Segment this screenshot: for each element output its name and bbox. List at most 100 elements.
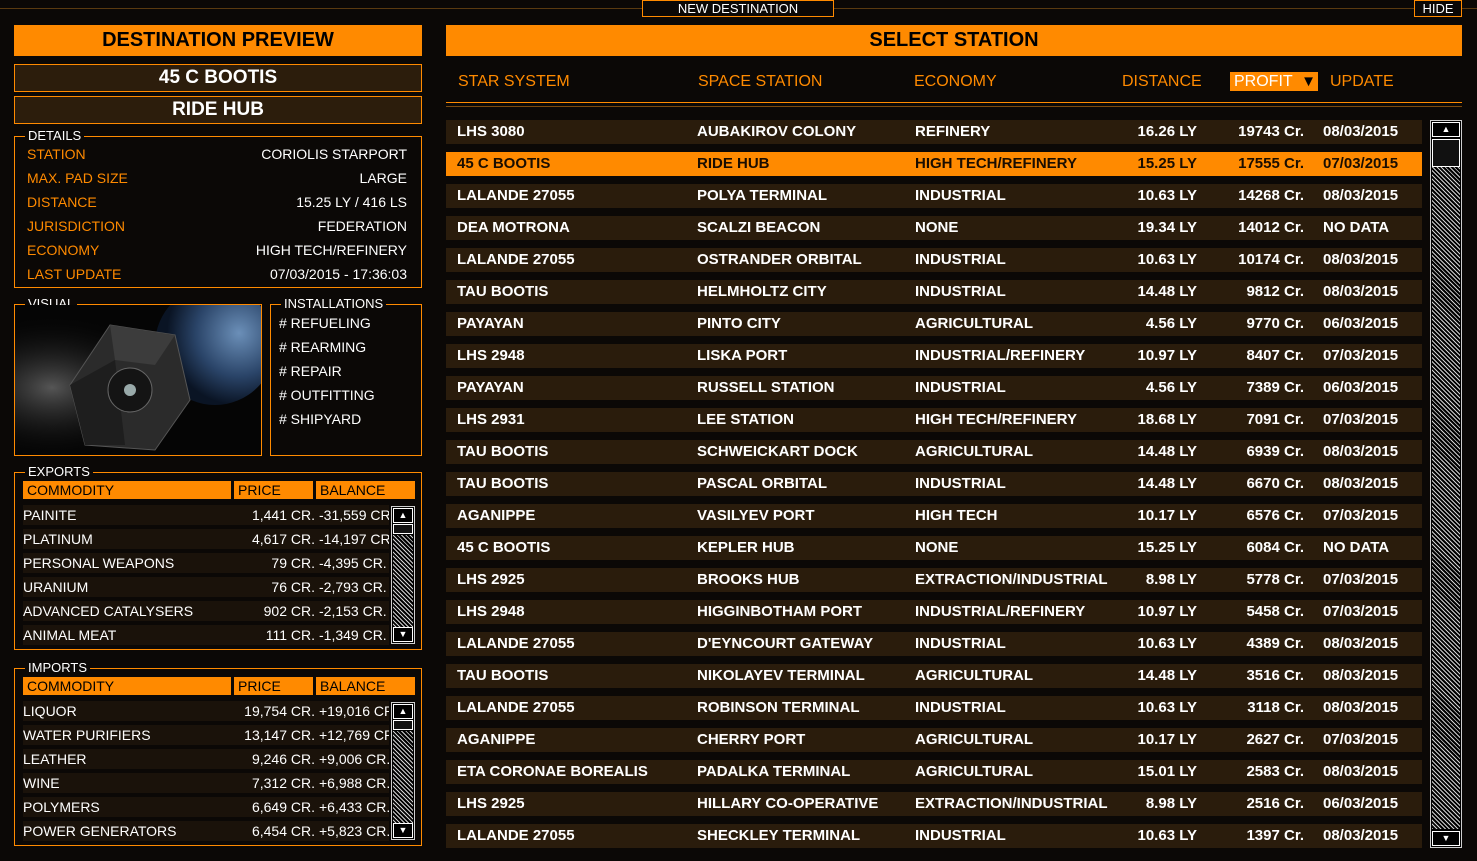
detail-row: DISTANCE 15.25 LY / 416 LS [27,191,407,213]
exports-col-commodity[interactable]: COMMODITY [23,481,231,499]
station-row-update: 06/03/2015 [1323,795,1399,812]
details-legend: DETAILS [25,128,85,144]
station-row-update: 08/03/2015 [1323,667,1399,684]
exports-col-balance[interactable]: BALANCE [316,481,415,499]
exports-scroll-up-icon[interactable]: ▲ [393,508,413,523]
details-panel: DETAILS STATION CORIOLIS STARPORT MAX. PAD… [14,128,422,288]
imports-col-balance[interactable]: BALANCE [316,677,415,695]
station-row-update: 08/03/2015 [1323,635,1399,652]
station-row[interactable]: PAYAYAN PINTO CITY AGRICULTURAL 4.56 LY 9770… [446,312,1422,336]
col-star-system[interactable]: STAR SYSTEM [458,72,570,92]
col-profit-sorted[interactable]: PROFIT ▼ [1230,72,1318,91]
exports-scroll-track[interactable] [393,535,413,629]
commodity-row[interactable]: ANIMAL MEAT 111 CR. -1,349 CR. [23,625,389,645]
station-row-station: LEE STATION [697,411,794,428]
col-space-station[interactable]: SPACE STATION [698,72,822,92]
station-row-economy: NONE [915,219,959,236]
imports-scrollbar[interactable]: ▲ ▼ [391,702,415,840]
imports-scroll-thumb[interactable] [393,720,413,730]
station-row-system: 45 C BOOTIS [457,539,551,556]
commodity-balance: -2,153 CR. [319,603,387,619]
station-row[interactable]: PAYAYAN RUSSELL STATION INDUSTRIAL 4.56 LY 7… [446,376,1422,400]
commodity-row[interactable]: ADVANCED CATALYSERS 902 CR. -2,153 CR. [23,601,389,621]
new-destination-tab[interactable]: NEW DESTINATION [642,0,834,17]
station-row-distance: 10.63 LY [1137,187,1198,204]
station-row[interactable]: LHS 2931 LEE STATION HIGH TECH/REFINERY 18.… [446,408,1422,432]
station-row[interactable]: LALANDE 27055 OSTRANDER ORBITAL INDUSTRIAL… [446,248,1422,272]
station-row[interactable]: 45 C BOOTIS RIDE HUB HIGH TECH/REFINERY 15.… [446,152,1422,176]
station-scrollbar[interactable]: ▲ ▼ [1430,120,1462,848]
commodity-row[interactable]: LIQUOR 19,754 CR.+19,016 CR. [23,701,389,721]
exports-table-header: COMMODITY PRICE BALANCE [23,481,415,499]
station-row[interactable]: AGANIPPE VASILYEV PORT HIGH TECH 10.17 LY 65… [446,504,1422,528]
station-scroll-up-icon[interactable]: ▲ [1432,122,1460,137]
commodity-row[interactable]: PLATINUM 4,617 CR. -14,197 CR. [23,529,389,549]
station-row[interactable]: ETA CORONAE BOREALIS PADALKA TERMINAL AGRI… [446,760,1422,784]
commodity-row[interactable]: POLYMERS 6,649 CR. +6,433 CR. [23,797,389,817]
station-row-distance: 10.97 LY [1137,603,1198,620]
commodity-row[interactable]: POWER GENERATORS 6,454 CR. +5,823 CR. [23,821,389,841]
commodity-price: 7,312 CR. [251,775,315,791]
commodity-row[interactable]: PERSONAL WEAPONS 79 CR. -4,395 CR. [23,553,389,573]
station-row-distance: 10.63 LY [1137,251,1198,268]
station-row-station: OSTRANDER ORBITAL [697,251,862,268]
station-row-economy: INDUSTRIAL [915,475,1006,492]
station-row[interactable]: LALANDE 27055 ROBINSON TERMINAL INDUSTRIAL… [446,696,1422,720]
station-row-profit: 19743 Cr. [1238,123,1304,140]
station-row[interactable]: DEA MOTRONA SCALZI BEACON NONE 19.34 LY 1401… [446,216,1422,240]
exports-scrollbar[interactable]: ▲ ▼ [391,506,415,644]
station-row-profit: 6576 Cr. [1246,507,1304,524]
station-row-station: KEPLER HUB [697,539,795,556]
imports-col-commodity[interactable]: COMMODITY [23,677,231,695]
exports-scroll-down-icon[interactable]: ▼ [393,627,413,642]
station-row[interactable]: LALANDE 27055 D'EYNCOURT GATEWAY INDUSTRIA… [446,632,1422,656]
station-row[interactable]: LHS 2925 HILLARY CO-OPERATIVE EXTRACTION/I… [446,792,1422,816]
commodity-row[interactable]: LEATHER 9,246 CR. +9,006 CR. [23,749,389,769]
station-row-station: POLYA TERMINAL [697,187,828,204]
station-row[interactable]: LALANDE 27055 SHECKLEY TERMINAL INDUSTRIAL… [446,824,1422,848]
exports-scroll-thumb[interactable] [393,524,413,534]
commodity-row[interactable]: URANIUM 76 CR. -2,793 CR. [23,577,389,597]
col-economy[interactable]: ECONOMY [914,72,997,92]
imports-legend: IMPORTS [25,660,90,676]
imports-scroll-track[interactable] [393,731,413,825]
station-row-system: LHS 2925 [457,795,525,812]
station-row[interactable]: 45 C BOOTIS KEPLER HUB NONE 15.25 LY 6084 Cr… [446,536,1422,560]
station-row[interactable]: LHS 2925 BROOKS HUB EXTRACTION/INDUSTRIAL 8… [446,568,1422,592]
commodity-price: 13,147 CR. [244,727,315,743]
station-row-distance: 4.56 LY [1145,379,1197,396]
station-row[interactable]: LHS 2948 LISKA PORT INDUSTRIAL/REFINERY 10.… [446,344,1422,368]
station-row[interactable]: TAU BOOTIS HELMHOLTZ CITY INDUSTRIAL 14.48 … [446,280,1422,304]
station-scroll-thumb[interactable] [1432,139,1460,167]
station-row[interactable]: LHS 2948 HIGGINBOTHAM PORT INDUSTRIAL/REFI… [446,600,1422,624]
station-row-station: D'EYNCOURT GATEWAY [697,635,874,652]
commodity-row[interactable]: PAINITE 1,441 CR. -31,559 CR. [23,505,389,525]
station-scroll-down-icon[interactable]: ▼ [1432,831,1460,846]
commodity-row[interactable]: WINE 7,312 CR. +6,988 CR. [23,773,389,793]
col-update[interactable]: UPDATE [1330,72,1394,92]
imports-scroll-up-icon[interactable]: ▲ [393,704,413,719]
imports-col-price[interactable]: PRICE [234,677,313,695]
station-row[interactable]: TAU BOOTIS NIKOLAYEV TERMINAL AGRICULTURAL… [446,664,1422,688]
station-row-distance: 19.34 LY [1137,219,1198,236]
station-row-profit: 5778 Cr. [1246,571,1304,588]
station-row[interactable]: LALANDE 27055 POLYA TERMINAL INDUSTRIAL 10.… [446,184,1422,208]
station-row-update: 07/03/2015 [1323,347,1399,364]
station-scroll-track[interactable] [1432,167,1460,829]
station-row-update: 07/03/2015 [1323,411,1399,428]
station-row[interactable]: AGANIPPE CHERRY PORT AGRICULTURAL 10.17 LY 2… [446,728,1422,752]
col-distance[interactable]: DISTANCE [1122,72,1202,92]
station-row[interactable]: TAU BOOTIS PASCAL ORBITAL INDUSTRIAL 14.48 … [446,472,1422,496]
station-row-update: NO DATA [1323,219,1390,236]
exports-col-price[interactable]: PRICE [234,481,313,499]
station-row-system: TAU BOOTIS [457,283,549,300]
station-row[interactable]: TAU BOOTIS SCHWEICKART DOCK AGRICULTURAL 14… [446,440,1422,464]
imports-scroll-down-icon[interactable]: ▼ [393,823,413,838]
station-row-station: VASILYEV PORT [697,507,815,524]
station-row-distance: 8.98 LY [1145,571,1197,588]
station-row[interactable]: LHS 3080 AUBAKIROV COLONY REFINERY 16.26 LY… [446,120,1422,144]
hide-button[interactable]: HIDE [1414,0,1462,17]
station-row-system: LALANDE 27055 [457,251,575,268]
commodity-row[interactable]: WATER PURIFIERS 13,147 CR.+12,769 CR. [23,725,389,745]
header-divider-2 [446,106,1462,107]
